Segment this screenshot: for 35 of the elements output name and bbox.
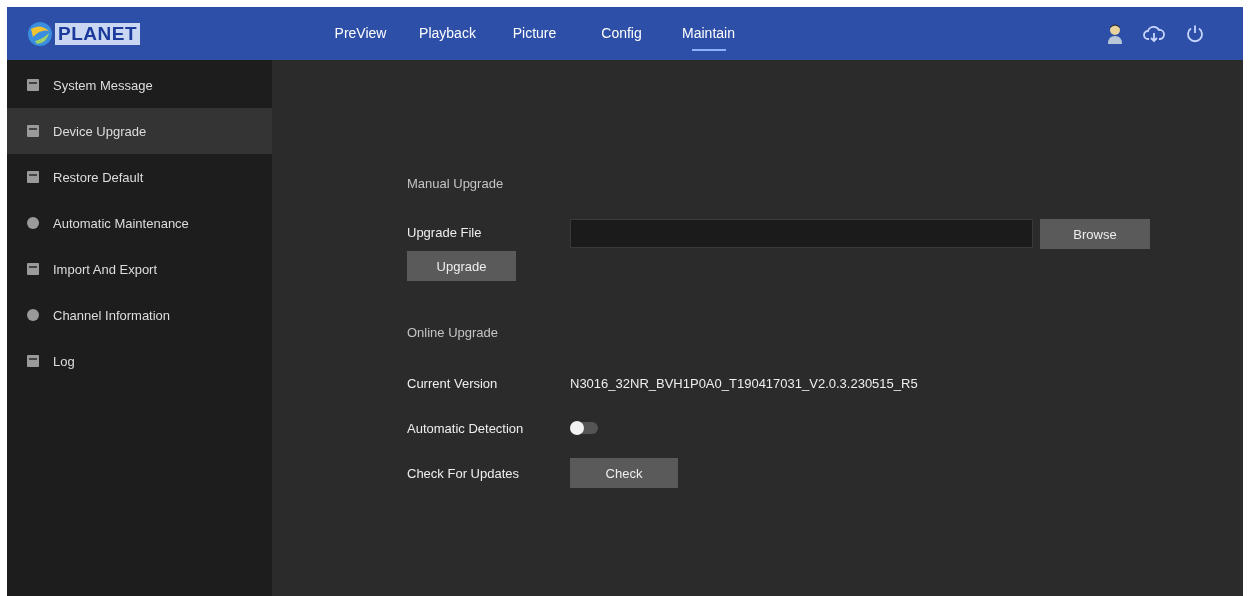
sidebar-item[interactable]: Log [7, 338, 272, 384]
version-value: N3016_32NR_BVH1P0A0_T190417031_V2.0.3.230515_R5 [570, 375, 918, 391]
power-icon[interactable] [1185, 23, 1205, 44]
nav-tab[interactable]: PreView [317, 14, 404, 53]
section-title: Manual Upgrade [407, 176, 505, 191]
globe-logo-icon [27, 20, 53, 47]
field-label: Upgrade File [407, 224, 483, 240]
circle-icon [27, 309, 39, 321]
file-input-field[interactable] [570, 219, 1033, 248]
toggle-switch[interactable] [570, 422, 598, 434]
cloud-download-icon[interactable] [1143, 24, 1165, 43]
sidebar-item[interactable]: System Message [7, 62, 272, 108]
field-label: Check For Updates [407, 465, 520, 481]
section-title: Online Upgrade [407, 325, 500, 340]
sidebar-item[interactable]: Device Upgrade [7, 108, 272, 154]
user-avatar-icon[interactable] [1107, 23, 1123, 44]
field-label: Current Version [407, 375, 499, 391]
document-icon [27, 355, 39, 367]
document-icon [27, 171, 39, 183]
circle-icon [27, 217, 39, 229]
sidebar-item[interactable]: Channel Information [7, 292, 272, 338]
sidebar-item[interactable]: Restore Default [7, 154, 272, 200]
sidebar-item[interactable]: Automatic Maintenance [7, 200, 272, 246]
nav-tab[interactable]: Picture [491, 14, 578, 53]
browse-button[interactable]: Browse [1040, 219, 1150, 249]
nav-tab[interactable]: Playback [404, 14, 491, 53]
document-icon [27, 263, 39, 275]
field-label: Automatic Detection [407, 420, 525, 436]
document-icon [27, 79, 39, 91]
document-icon [27, 125, 39, 137]
nav-tab[interactable]: Config [578, 14, 665, 53]
upgrade-button[interactable]: Upgrade [407, 251, 516, 281]
check-button[interactable]: Check [570, 458, 678, 488]
sidebar-item[interactable]: Import And Export [7, 246, 272, 292]
logo-text: PLANET [55, 22, 140, 45]
